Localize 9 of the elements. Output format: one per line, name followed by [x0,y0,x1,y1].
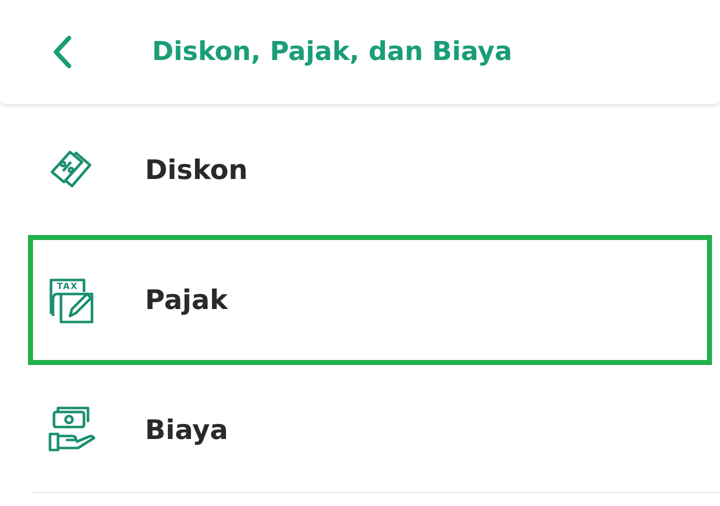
menu-label: Pajak [145,284,228,316]
menu-item[interactable]: TAX Pajak [28,235,712,365]
page-title: Diskon, Pajak, dan Biaya [152,37,512,67]
menu-item[interactable]: Biaya [28,365,712,495]
menu-item[interactable]: Diskon [28,105,712,235]
menu-label: Biaya [145,414,228,446]
back-icon[interactable] [52,35,72,69]
cash-hand-icon [48,406,96,454]
menu-label: Diskon [145,154,248,186]
